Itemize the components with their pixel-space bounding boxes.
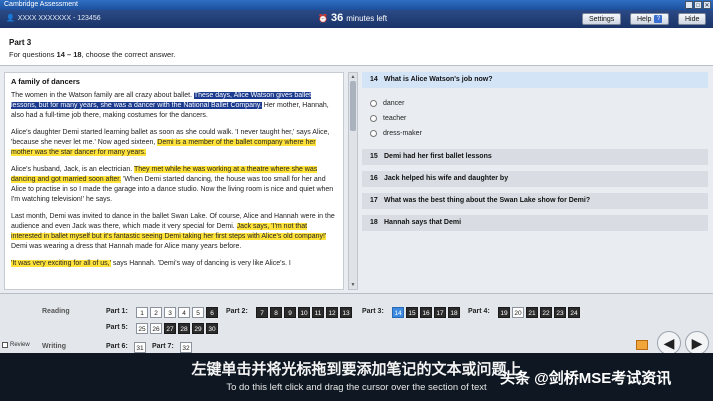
previous-button[interactable]: ◀ [657, 331, 681, 355]
nav-question[interactable]: 13 [340, 307, 352, 318]
passage-title: A family of dancers [11, 77, 80, 86]
question-18[interactable]: 18 Hannah says that Demi [362, 215, 708, 231]
nav-question[interactable]: 18 [448, 307, 460, 318]
question-15[interactable]: 15 Demi had her first ballet lessons [362, 149, 708, 165]
question-14-options: dancer teacher dress-maker [362, 94, 708, 149]
next-button[interactable]: ▶ [685, 331, 709, 355]
nav-question[interactable]: 26 [150, 323, 162, 334]
nav-question[interactable]: 31 [134, 342, 146, 353]
nav-question[interactable]: 17 [434, 307, 446, 318]
window-titlebar: Cambridge Assessment _ □ ✕ [0, 0, 713, 10]
radio-button[interactable] [370, 100, 377, 107]
timer-value: 36 [330, 12, 344, 24]
nav-question[interactable]: 20 [512, 307, 524, 318]
nav-question[interactable]: 21 [526, 307, 538, 318]
writing-section-label: Writing [42, 343, 66, 350]
questions-panel: 14 What is Alice Watson's job now? dancer… [362, 72, 708, 290]
reading-section-label: Reading [42, 308, 70, 315]
nav-question[interactable]: 9 [284, 307, 296, 318]
window-title: Cambridge Assessment [4, 1, 78, 8]
nav-question[interactable]: 29 [192, 323, 204, 334]
option-dancer[interactable]: dancer [370, 96, 708, 111]
nav-question[interactable]: 25 [136, 323, 148, 334]
watermark: 头条 @剑桥MSE考试资讯 [500, 370, 672, 387]
passage-paragraph[interactable]: 'It was very exciting for all of us,' sa… [11, 259, 337, 269]
passage-paragraph[interactable]: The women in the Watson family are all c… [11, 91, 337, 121]
user-icon: 👤 [6, 15, 15, 22]
nav-question[interactable]: 24 [568, 307, 580, 318]
nav-question[interactable]: 8 [270, 307, 282, 318]
nav-question[interactable]: 1 [136, 307, 148, 318]
nav-question[interactable]: 10 [298, 307, 310, 318]
radio-button[interactable] [370, 115, 377, 122]
question-17[interactable]: 17 What was the best thing about the Swan… [362, 193, 708, 209]
question-navigator: Reading Writing Part 1: 1 2 3 4 5 6 Part… [0, 293, 713, 353]
hide-button[interactable]: Hide [678, 13, 707, 25]
passage-paragraph[interactable]: Alice's husband, Jack, is an electrician… [11, 165, 337, 205]
nav-question[interactable]: 12 [326, 307, 338, 318]
notepad-icon[interactable] [636, 340, 648, 350]
nav-question[interactable]: 15 [406, 307, 418, 318]
nav-question[interactable]: 7 [256, 307, 268, 318]
window-controls: _ □ ✕ [685, 1, 711, 9]
nav-question[interactable]: 27 [164, 323, 176, 334]
close-button[interactable]: ✕ [703, 1, 711, 9]
review-checkbox[interactable] [2, 342, 8, 348]
maximize-button[interactable]: □ [694, 1, 702, 9]
instructions-panel: Part 3 For questions 14 – 18, choose the… [0, 28, 713, 66]
nav-question[interactable]: 23 [554, 307, 566, 318]
radio-button[interactable] [370, 130, 377, 137]
reading-passage[interactable]: A family of dancers The women in the Wat… [4, 72, 344, 290]
nav-question[interactable]: 3 [164, 307, 176, 318]
timer-label: minutes left [346, 13, 388, 23]
nav-question[interactable]: 22 [540, 307, 552, 318]
nav-question[interactable]: 32 [180, 342, 192, 353]
help-icon: ? [654, 15, 663, 23]
passage-scrollbar[interactable]: ▲ ▼ [348, 72, 358, 290]
scroll-up-icon[interactable]: ▲ [349, 73, 357, 81]
subtitle-overlay: 左键单击并将光标拖到要添加笔记的文本或问题上 To do this left c… [0, 353, 713, 401]
nav-question[interactable]: 6 [206, 307, 218, 318]
content-area: A family of dancers The women in the Wat… [0, 66, 713, 293]
nav-question[interactable]: 28 [178, 323, 190, 334]
instructions-text: For questions 14 – 18, choose the correc… [9, 50, 176, 59]
nav-question[interactable]: 4 [178, 307, 190, 318]
question-14[interactable]: 14 What is Alice Watson's job now? [362, 72, 708, 88]
settings-button[interactable]: Settings [582, 13, 622, 25]
passage-paragraph[interactable]: Alice's daughter Demi started learning b… [11, 128, 337, 158]
scroll-down-icon[interactable]: ▼ [349, 281, 357, 289]
nav-question[interactable]: 30 [206, 323, 218, 334]
clock-icon: ⏰ [318, 13, 328, 23]
nav-question[interactable]: 16 [420, 307, 432, 318]
help-button[interactable]: Help ? [630, 13, 670, 25]
nav-question-current[interactable]: 14 [392, 307, 404, 318]
candidate-info: 👤 XXXX XXXXXXX - 123456 [6, 14, 101, 23]
scroll-thumb[interactable] [350, 81, 356, 131]
part-title: Part 3 [9, 38, 32, 47]
timer: ⏰ 36 minutes left [318, 12, 387, 24]
nav-question[interactable]: 5 [192, 307, 204, 318]
option-teacher[interactable]: teacher [370, 111, 708, 126]
nav-question[interactable]: 19 [498, 307, 510, 318]
minimize-button[interactable]: _ [685, 1, 693, 9]
nav-question[interactable]: 2 [150, 307, 162, 318]
option-dress-maker[interactable]: dress-maker [370, 126, 708, 141]
exam-topbar: 👤 XXXX XXXXXXX - 123456 ⏰ 36 minutes lef… [0, 10, 713, 28]
passage-paragraph[interactable]: Last month, Demi was invited to dance in… [11, 212, 337, 252]
nav-question[interactable]: 11 [312, 307, 324, 318]
highlighted-text: 'It was very exciting for all of us,' [11, 260, 111, 267]
review-toggle[interactable]: Review [2, 342, 30, 348]
question-16[interactable]: 16 Jack helped his wife and daughter by [362, 171, 708, 187]
candidate-id: XXXX XXXXXXX - 123456 [17, 14, 101, 22]
